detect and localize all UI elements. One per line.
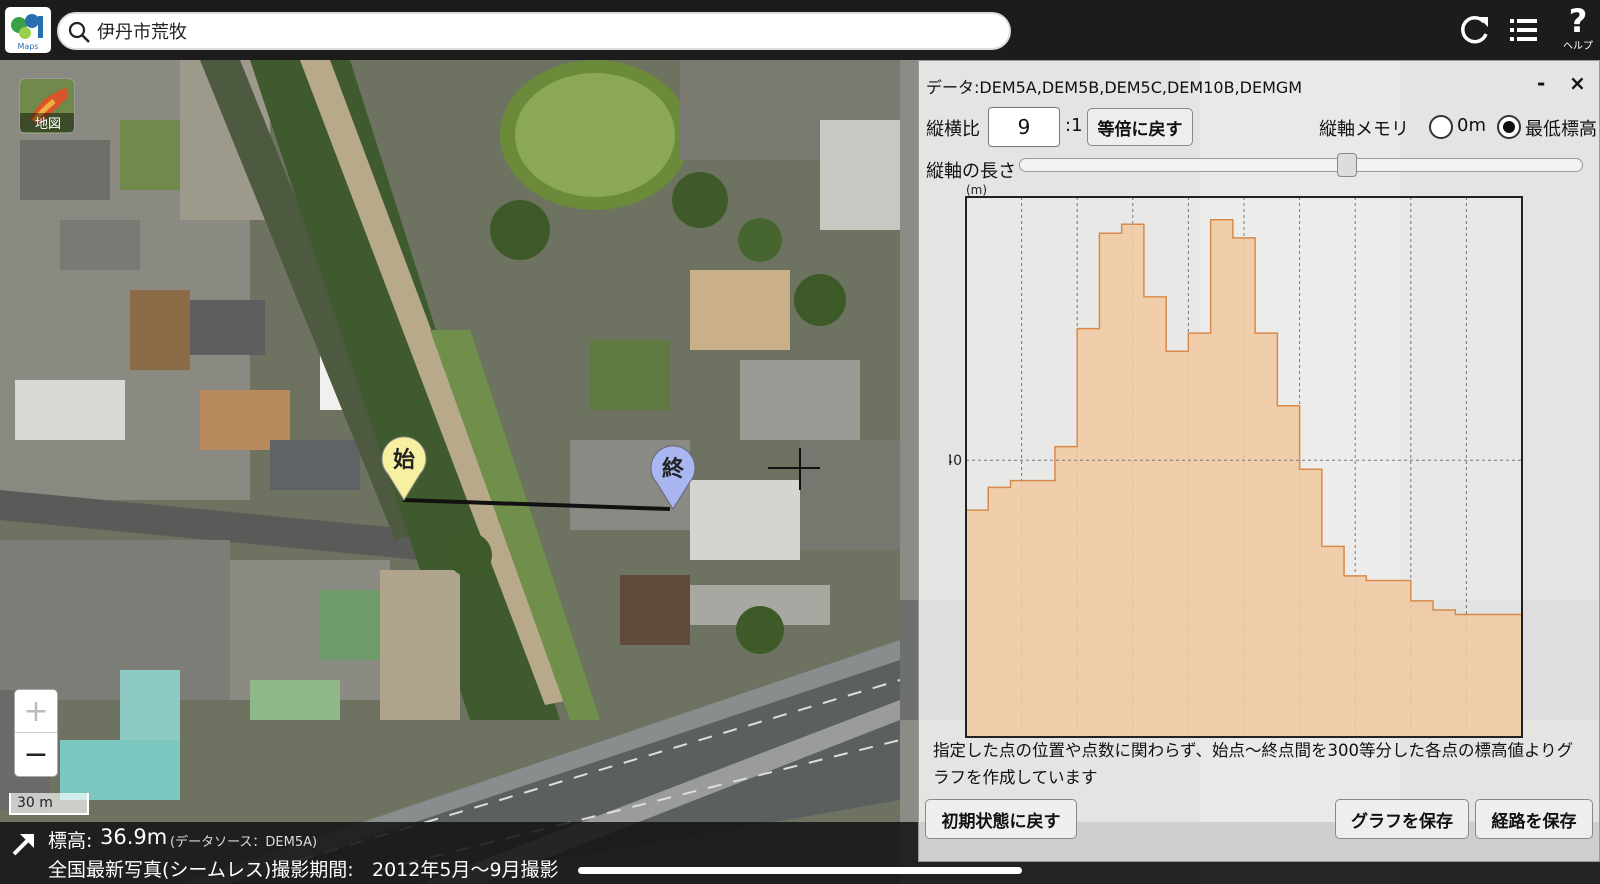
layer-button-label: 地図 <box>20 113 74 132</box>
elevation-profile-panel: データ:DEM5A,DEM5B,DEM5C,DEM10B,DEMGM - × 縦… <box>918 60 1600 862</box>
app-window: 始 終 Maps 伊丹市荒牧 ? ヘルプ 地図 + − 30 m 標高: 36.… <box>0 0 1600 884</box>
start-marker-label: 始 <box>392 448 415 473</box>
refresh-button[interactable] <box>1452 8 1496 52</box>
axis-zero-radio[interactable] <box>1429 115 1453 139</box>
minimize-button[interactable]: - <box>1537 71 1545 95</box>
photo-period-value: 2012年5月〜9月撮影 <box>372 859 559 881</box>
start-marker[interactable]: 始 <box>380 436 428 502</box>
reset-initial-button[interactable]: 初期状態に戻す <box>925 799 1077 839</box>
ratio-input[interactable] <box>988 107 1060 147</box>
y-axis-unit: (m) <box>966 183 987 197</box>
elevation-value: 36.9m <box>100 825 168 849</box>
save-route-button[interactable]: 経路を保存 <box>1475 799 1593 839</box>
search-input[interactable] <box>97 17 977 45</box>
arrow-up-right-icon[interactable] <box>10 830 38 858</box>
logo-text: Maps <box>17 42 39 51</box>
list-icon <box>1510 19 1537 41</box>
y-tick-label: 40 <box>949 453 962 469</box>
zoom-out-button[interactable]: − <box>15 733 57 776</box>
reset-ratio-button[interactable]: 等倍に戻す <box>1087 108 1193 146</box>
axis-length-thumb[interactable] <box>1337 153 1357 177</box>
elevation-label: 標高: <box>48 830 93 852</box>
search-box[interactable] <box>57 12 1011 50</box>
help-label: ヘルプ <box>1563 41 1593 52</box>
elevation-chart: 40 (m) <box>949 183 1523 738</box>
close-button[interactable]: × <box>1569 71 1586 95</box>
help-icon: ? <box>1569 2 1588 40</box>
panel-title: データ:DEM5A,DEM5B,DEM5C,DEM10B,DEMGM <box>926 78 1303 97</box>
route-line <box>402 448 820 511</box>
save-graph-button[interactable]: グラフを保存 <box>1335 799 1469 839</box>
zoom-in-button[interactable]: + <box>15 690 57 733</box>
photo-period-label: 全国最新写真(シームレス)撮影期間: <box>48 859 354 881</box>
end-marker-label: 終 <box>661 457 684 482</box>
ratio-suffix: :1 <box>1065 115 1083 136</box>
menu-button[interactable] <box>1502 8 1546 52</box>
app-logo[interactable]: Maps <box>5 7 51 53</box>
search-icon <box>68 21 90 43</box>
axis-min-radio[interactable] <box>1497 115 1521 139</box>
graph-note: 指定した点の位置や点数に関わらず、始点〜終点間を300等分した各点の標高値よりグ… <box>933 741 1574 787</box>
scale-bar: 30 m <box>9 793 89 815</box>
elevation-source: (データソース：DEM5A) <box>170 835 318 850</box>
axis-zero-label: 0m <box>1457 115 1486 136</box>
photo-opacity-slider[interactable] <box>578 867 1022 874</box>
layer-button[interactable]: 地図 <box>19 78 75 134</box>
axis-min-label: 最低標高 <box>1525 119 1597 140</box>
ratio-label: 縦横比 <box>926 119 980 140</box>
axis-memory-label: 縦軸メモリ <box>1319 119 1409 140</box>
end-marker[interactable]: 終 <box>649 445 697 511</box>
top-bar: Maps ? ヘルプ <box>0 0 1600 60</box>
axis-length-label: 縦軸の長さ <box>926 161 1016 182</box>
refresh-icon <box>1461 15 1488 44</box>
axis-length-slider[interactable] <box>1019 158 1583 172</box>
svg-text:?: ? <box>1569 2 1588 38</box>
zoom-control: + − <box>14 689 58 777</box>
